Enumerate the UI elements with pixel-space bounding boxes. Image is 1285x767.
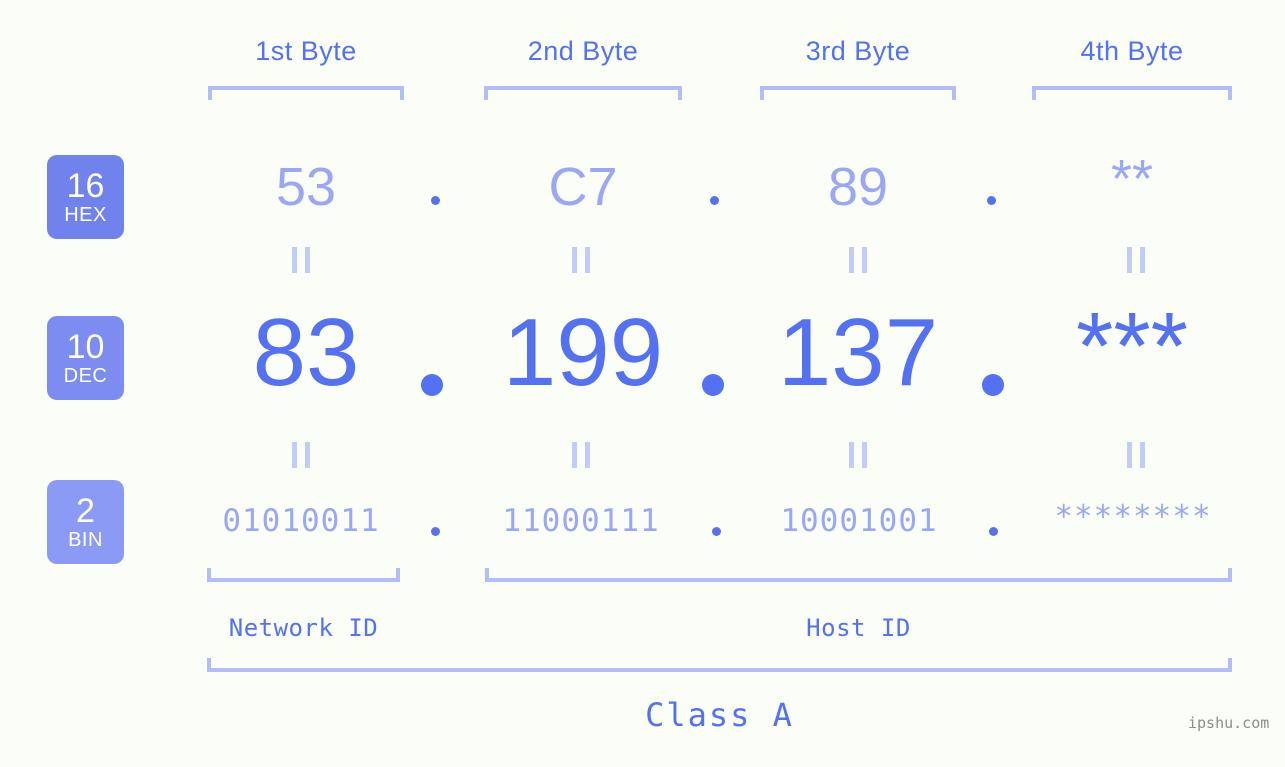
- equals-mark-hex-dec-2: [572, 247, 590, 273]
- bin-value-byte-4: ********: [1054, 499, 1212, 535]
- bin-value-byte-2: 11000111: [502, 503, 660, 539]
- bin-separator-dot-1: [431, 527, 440, 536]
- class-label: Class A: [645, 696, 794, 734]
- equals-mark-hex-dec-4: [1127, 247, 1145, 273]
- byte-header-label-3: 3rd Byte: [805, 36, 911, 66]
- class-bracket: [207, 658, 1232, 672]
- dec-value-byte-2: 199: [502, 299, 664, 406]
- hex-separator-dot-1: [431, 196, 440, 205]
- hex-value-byte-3: 89: [827, 157, 889, 217]
- equals-mark-dec-bin-4: [1127, 442, 1145, 468]
- base-badge-hex: 16 HEX: [47, 155, 124, 239]
- hex-value-byte-1: 53: [275, 157, 337, 217]
- dec-separator-dot-1: [421, 374, 443, 396]
- base-badge-dec-name: DEC: [63, 365, 108, 387]
- equals-mark-dec-bin-1: [292, 442, 310, 468]
- byte-bracket-top-4: [1032, 86, 1232, 100]
- base-badge-bin-number: 2: [76, 492, 95, 530]
- bin-separator-dot-3: [989, 527, 998, 536]
- base-badge-dec-number: 10: [66, 328, 105, 366]
- dec-value-byte-3: 137: [777, 299, 939, 406]
- host-id-label: Host ID: [806, 614, 911, 642]
- hex-separator-dot-2: [710, 196, 719, 205]
- hex-value-byte-2: C7: [548, 157, 618, 217]
- hex-value-byte-4: **: [1110, 149, 1154, 209]
- host-id-bracket: [485, 568, 1232, 582]
- base-badge-hex-name: HEX: [64, 204, 107, 226]
- base-badge-bin: 2 BIN: [47, 480, 124, 564]
- network-id-bracket: [207, 568, 400, 582]
- dec-separator-dot-2: [702, 374, 724, 396]
- byte-bracket-top-1: [208, 86, 404, 100]
- dec-separator-dot-3: [982, 374, 1004, 396]
- byte-header-label-2: 2nd Byte: [527, 36, 639, 66]
- equals-mark-dec-bin-2: [572, 442, 590, 468]
- dec-value-byte-4: ***: [1075, 293, 1189, 400]
- byte-bracket-top-2: [484, 86, 682, 100]
- equals-mark-hex-dec-3: [849, 247, 867, 273]
- base-badge-hex-number: 16: [66, 167, 105, 205]
- byte-header-label-4: 4th Byte: [1080, 36, 1184, 66]
- bin-value-byte-3: 10001001: [780, 503, 938, 539]
- byte-bracket-top-3: [760, 86, 956, 100]
- network-id-label: Network ID: [228, 614, 379, 642]
- dec-value-byte-1: 83: [252, 299, 360, 406]
- byte-header-label-1: 1st Byte: [255, 36, 357, 66]
- hex-separator-dot-3: [987, 196, 996, 205]
- bin-separator-dot-2: [712, 527, 721, 536]
- base-badge-dec: 10 DEC: [47, 316, 124, 400]
- base-badge-bin-name: BIN: [68, 529, 103, 551]
- equals-mark-hex-dec-1: [292, 247, 310, 273]
- bin-value-byte-1: 01010011: [222, 503, 380, 539]
- ip-breakdown-diagram: 1st Byte 2nd Byte 3rd Byte 4th Byte 16 H…: [0, 0, 1285, 767]
- equals-mark-dec-bin-3: [849, 442, 867, 468]
- site-watermark: ipshu.com: [1188, 714, 1270, 732]
